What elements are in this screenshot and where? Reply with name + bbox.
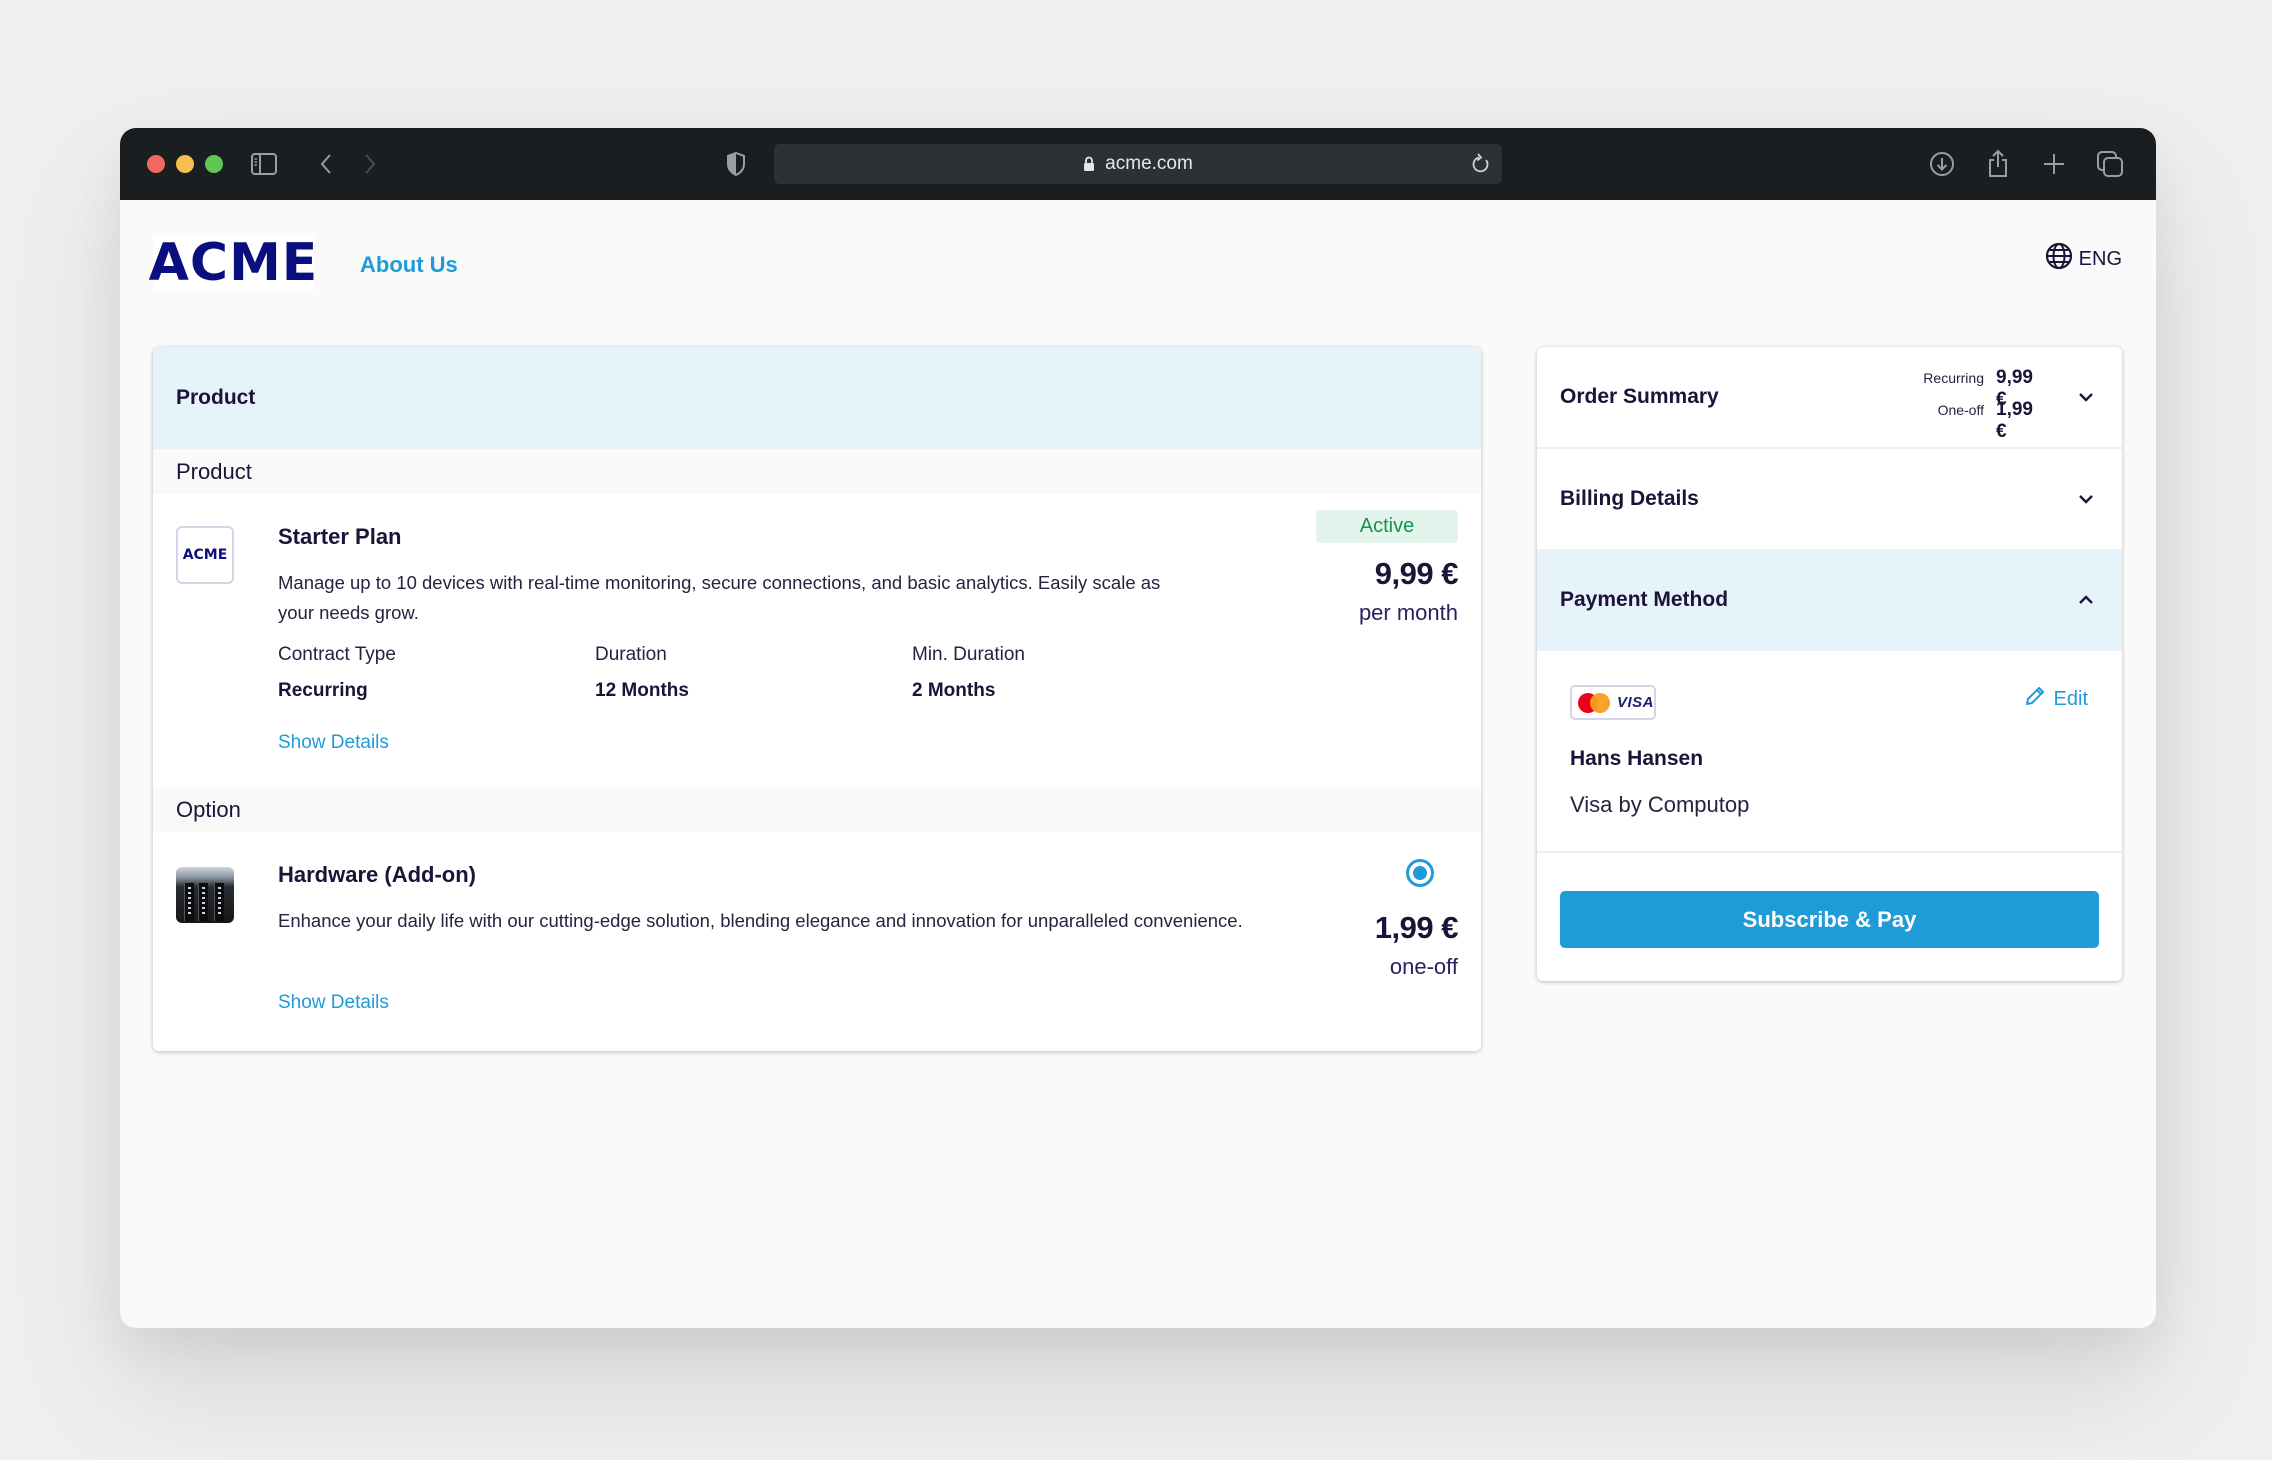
nav-about-us-link[interactable]: About Us: [360, 252, 458, 278]
section-label-option: Option: [153, 787, 1481, 832]
lock-icon: [1083, 156, 1095, 172]
radio-selected-dot: [1413, 866, 1427, 880]
product-description: Manage up to 10 devices with real-time m…: [278, 572, 1161, 623]
card-holder-name: Hans Hansen: [1570, 747, 1704, 770]
spec-label: Duration: [595, 644, 667, 665]
address-bar[interactable]: acme.com: [774, 144, 1502, 184]
total-one-off: One-off 1,99 €: [1923, 399, 2048, 442]
spec-value: 2 Months: [912, 680, 996, 701]
subscribe-pay-button[interactable]: Subscribe & Pay: [1560, 891, 2099, 948]
price-period: per month: [1358, 600, 1458, 625]
chevron-up-icon[interactable]: [2078, 595, 2094, 605]
spec-min-duration: Min. Duration 2 Months: [912, 644, 1229, 702]
order-totals: Recurring 9,99 € One-off 1,99 €: [1923, 367, 2048, 442]
product-thumbnail: ACME: [176, 526, 234, 584]
total-label: One-off: [1937, 402, 1984, 418]
show-details-link[interactable]: Show Details: [278, 732, 389, 754]
billing-details-accordion[interactable]: Billing Details: [1537, 449, 2122, 549]
reload-icon[interactable]: [1470, 152, 1492, 182]
product-name: Starter Plan: [278, 524, 402, 549]
payment-method-title: Payment Method: [1560, 588, 1729, 611]
section-label-product: Product: [153, 449, 1481, 494]
minimize-window-button[interactable]: [176, 155, 194, 173]
mastercard-icon: [1578, 692, 1610, 713]
product-card-title: Product: [153, 347, 1481, 449]
edit-label: Edit: [2053, 687, 2088, 710]
spec-value: Recurring: [278, 680, 368, 701]
pencil-icon: [2024, 685, 2054, 713]
url-text: acme.com: [1105, 153, 1193, 174]
maximize-window-button[interactable]: [205, 155, 223, 173]
share-icon[interactable]: [1982, 148, 2014, 180]
acme-logo[interactable]: ACME: [149, 233, 318, 293]
price-period: one-off: [1389, 954, 1458, 979]
total-value: 1,99 €: [1996, 399, 2033, 442]
language-selector[interactable]: ENG: [2045, 242, 2122, 276]
edit-payment-button[interactable]: Edit: [2024, 685, 2088, 713]
shield-icon[interactable]: [720, 148, 752, 180]
payment-method-details: VISA Edit Hans Hansen Visa by Computop: [1537, 651, 2122, 853]
payment-method-accordion[interactable]: Payment Method: [1537, 549, 2122, 651]
sidebar-icon[interactable]: [248, 148, 280, 180]
total-label: Recurring: [1923, 370, 1984, 386]
plus-icon[interactable]: [2038, 148, 2070, 180]
product-card: Product Product ACME Starter Plan Manage…: [153, 347, 1481, 1051]
spec-label: Contract Type: [278, 644, 396, 665]
product-price: 9,99 €: [1374, 556, 1459, 591]
card-issuer: Visa by Computop: [1570, 792, 1750, 817]
download-icon[interactable]: [1926, 148, 1958, 180]
product-item-starter-plan: ACME Starter Plan Manage up to 10 device…: [153, 494, 1481, 787]
close-window-button[interactable]: [147, 155, 165, 173]
card-brand-logos: VISA: [1570, 685, 1656, 720]
visa-logo: VISA: [1616, 694, 1654, 711]
globe-icon: [2045, 242, 2079, 276]
browser-window: acme.com ACME About Us ENG Product Produ…: [120, 128, 2156, 1328]
spec-label: Min. Duration: [912, 644, 1025, 665]
language-label: ENG: [2078, 247, 2122, 270]
option-select-radio[interactable]: [1406, 859, 1434, 887]
spec-value: 12 Months: [595, 680, 689, 701]
option-price: 1,99 €: [1374, 910, 1459, 945]
chevron-left-icon[interactable]: [310, 148, 342, 180]
hardware-image: [176, 867, 234, 923]
order-summary-title: Order Summary: [1560, 385, 1719, 408]
total-recurring: Recurring 9,99 €: [1923, 367, 2048, 410]
show-details-link[interactable]: Show Details: [278, 992, 389, 1014]
product-specs: Contract Type Recurring Duration 12 Mont…: [278, 644, 1229, 702]
spec-duration: Duration 12 Months: [595, 644, 912, 702]
spec-contract-type: Contract Type Recurring: [278, 644, 595, 702]
chevron-down-icon[interactable]: [2078, 392, 2094, 402]
page-content: ACME About Us ENG Product Product ACME S…: [120, 200, 2156, 1328]
chevron-down-icon[interactable]: [2078, 494, 2094, 504]
option-item-hardware: Hardware (Add-on) Enhance your daily lif…: [153, 832, 1481, 1051]
status-badge: Active: [1316, 510, 1458, 543]
billing-details-title: Billing Details: [1560, 487, 1699, 510]
option-description: Enhance your daily life with our cutting…: [278, 910, 1243, 931]
checkout-panel: Order Summary Recurring 9,99 € One-off 1…: [1537, 347, 2122, 981]
tabs-overview-icon[interactable]: [2094, 148, 2126, 180]
browser-toolbar: acme.com: [120, 128, 2156, 200]
option-name: Hardware (Add-on): [278, 862, 476, 887]
chevron-right-icon[interactable]: [354, 148, 386, 180]
order-summary-accordion[interactable]: Order Summary Recurring 9,99 € One-off 1…: [1537, 347, 2122, 449]
